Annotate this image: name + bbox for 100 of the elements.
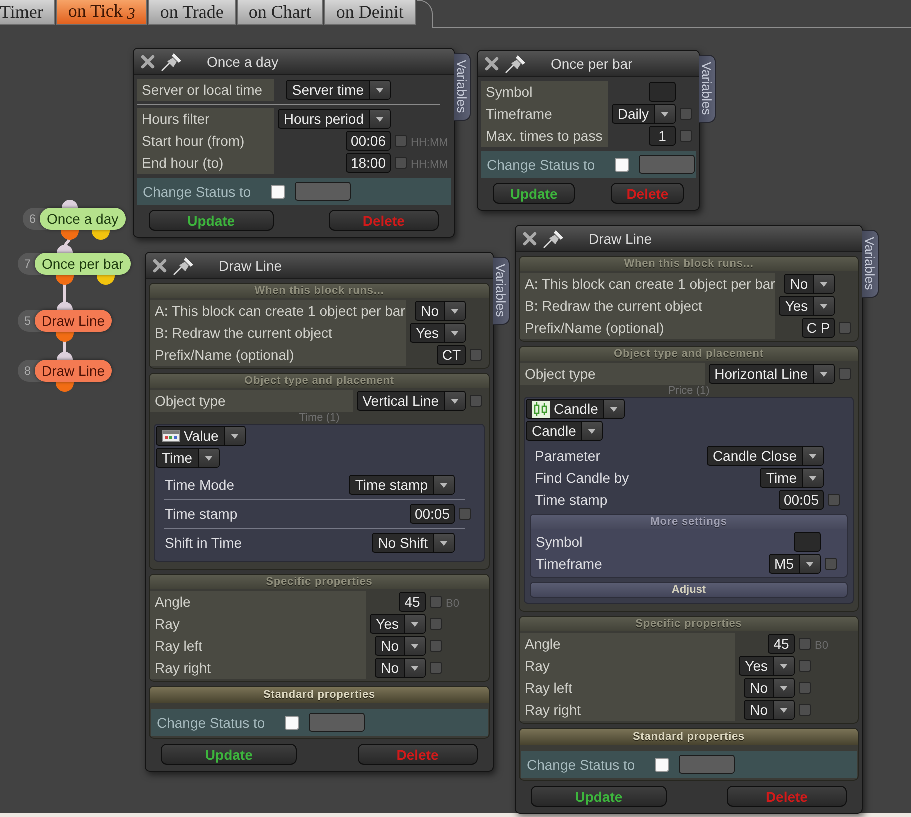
close-icon[interactable]	[140, 54, 156, 70]
title-bar[interactable]: Draw Line	[146, 253, 493, 279]
checkbox[interactable]	[680, 108, 692, 120]
dropdown[interactable]: M5	[768, 554, 821, 574]
checkbox[interactable]	[470, 349, 482, 361]
flow-node[interactable]: Draw Line	[35, 310, 112, 332]
input-field[interactable]	[794, 532, 821, 552]
input-field[interactable]	[649, 82, 676, 102]
input-field[interactable]: 00:05	[410, 504, 455, 524]
side-tab[interactable]: Variables	[862, 230, 879, 298]
checkbox[interactable]	[459, 508, 471, 520]
dropdown[interactable]: No	[415, 301, 466, 321]
dropdown[interactable]: No	[744, 700, 795, 720]
input-port-icon[interactable]	[57, 302, 73, 310]
dropdown[interactable]: Vertical Line	[356, 391, 466, 411]
input-field[interactable]	[679, 755, 736, 774]
output-port-icon[interactable]	[92, 230, 110, 240]
close-icon[interactable]	[522, 230, 538, 246]
title-bar[interactable]: Draw Line	[516, 226, 862, 252]
input-field[interactable]: CT	[437, 345, 466, 365]
checkbox[interactable]	[395, 157, 407, 169]
checkbox[interactable]	[430, 640, 442, 652]
checkbox[interactable]	[470, 395, 482, 407]
dropdown[interactable]: No	[744, 678, 795, 698]
input-field[interactable]: 18:00	[346, 153, 391, 173]
side-tab[interactable]: Variables	[493, 257, 510, 325]
output-port-icon[interactable]	[56, 332, 74, 342]
checkbox[interactable]	[271, 184, 286, 198]
title-bar[interactable]: Once per bar	[478, 51, 699, 77]
checkbox[interactable]	[828, 494, 840, 506]
tab[interactable]: on Chart	[236, 0, 324, 25]
pin-icon[interactable]	[543, 228, 565, 248]
dropdown[interactable]: Horizontal Line	[708, 364, 835, 384]
dropdown[interactable]: Hours period	[278, 109, 391, 129]
dropdown[interactable]: Yes	[410, 323, 466, 343]
pin-icon[interactable]	[161, 52, 183, 72]
checkbox[interactable]	[825, 558, 837, 570]
input-field[interactable]: 1	[649, 126, 676, 146]
dropdown[interactable]: Server time	[286, 80, 391, 100]
flow-node[interactable]: Draw Line	[35, 360, 112, 382]
dropdown[interactable]: Yes	[739, 656, 795, 676]
output-port-icon[interactable]	[61, 230, 79, 240]
side-tab[interactable]: Variables	[699, 55, 716, 123]
close-icon[interactable]	[152, 258, 168, 274]
dropdown[interactable]: Candle Close	[706, 446, 824, 466]
checkbox[interactable]	[799, 704, 811, 716]
pin-icon[interactable]	[173, 256, 195, 276]
dropdown[interactable]: Value	[156, 426, 246, 446]
dropdown[interactable]: Time	[156, 448, 220, 468]
input-field[interactable]	[309, 713, 366, 732]
input-field[interactable]: C P	[802, 318, 836, 338]
tab[interactable]: on Deinit	[324, 0, 416, 25]
checkbox[interactable]	[430, 618, 442, 630]
checkbox[interactable]	[839, 368, 851, 380]
checkbox[interactable]	[799, 638, 811, 650]
side-tab[interactable]: Variables	[454, 53, 471, 121]
checkbox[interactable]	[655, 758, 670, 772]
checkbox[interactable]	[615, 158, 630, 172]
update-button[interactable]: Update	[149, 210, 274, 231]
dropdown[interactable]: Yes	[370, 614, 426, 634]
input-field[interactable]	[639, 155, 696, 174]
input-field[interactable]	[295, 182, 352, 201]
title-bar[interactable]: Once a day	[134, 49, 454, 75]
output-port-icon[interactable]	[56, 275, 74, 285]
checkbox[interactable]	[799, 682, 811, 694]
checkbox[interactable]	[680, 130, 692, 142]
output-port-icon[interactable]	[96, 275, 115, 285]
input-field[interactable]: 00:05	[778, 490, 824, 510]
checkbox[interactable]	[799, 660, 811, 672]
adjust-button[interactable]: Adjust	[530, 582, 848, 598]
checkbox[interactable]	[430, 662, 442, 674]
dropdown[interactable]: Daily	[612, 104, 676, 124]
dropdown[interactable]: No Shift	[372, 533, 455, 553]
update-button[interactable]: Update	[531, 786, 667, 807]
output-port-icon[interactable]	[56, 382, 74, 392]
tab[interactable]: on Trade	[148, 0, 236, 25]
checkbox[interactable]	[430, 596, 442, 608]
dropdown[interactable]: No	[375, 636, 426, 656]
dropdown[interactable]: Time stamp	[349, 475, 455, 495]
close-icon[interactable]	[484, 56, 500, 72]
pin-icon[interactable]	[505, 54, 527, 74]
dropdown[interactable]: Yes	[779, 296, 836, 316]
dropdown[interactable]: No	[784, 274, 836, 294]
input-field[interactable]: 45	[399, 592, 426, 612]
flow-node[interactable]: Once a day	[40, 208, 126, 230]
update-button[interactable]: Update	[493, 183, 576, 204]
dropdown[interactable]: Candle	[526, 399, 626, 419]
dropdown[interactable]: No	[375, 658, 426, 678]
input-port-icon[interactable]	[62, 200, 78, 208]
input-field[interactable]: 45	[768, 634, 795, 654]
checkbox[interactable]	[395, 135, 407, 147]
input-field[interactable]: 00:06	[346, 131, 391, 151]
flow-node[interactable]: Once per bar	[35, 253, 131, 275]
checkbox[interactable]	[839, 322, 852, 334]
checkbox[interactable]	[285, 716, 300, 730]
tab[interactable]: on Tick $_{3}$	[56, 0, 148, 25]
dropdown[interactable]: Time	[760, 468, 824, 488]
dropdown[interactable]: Candle	[526, 421, 604, 441]
input-port-icon[interactable]	[57, 245, 73, 253]
update-button[interactable]: Update	[161, 744, 298, 765]
